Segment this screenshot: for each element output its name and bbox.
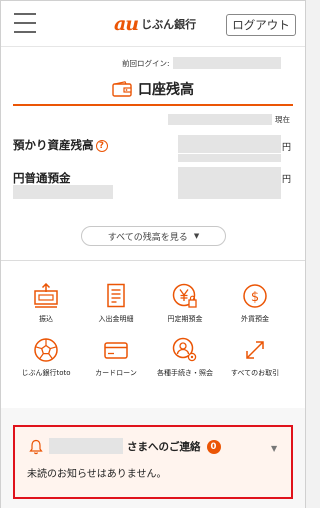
menu-all-transactions[interactable]: すべてのお取引	[220, 337, 290, 378]
statement-icon	[107, 283, 125, 308]
menu-toto[interactable]: じぶん銀行toto	[11, 337, 81, 378]
card-icon	[104, 342, 128, 359]
menu-transfer[interactable]: 振込	[11, 283, 81, 324]
logout-button[interactable]: ログアウト	[226, 14, 296, 36]
assets-balance-currency: 円	[282, 143, 292, 153]
transfer-icon	[34, 283, 58, 308]
menu-card-loan-label: カードローン	[95, 369, 137, 377]
yen-savings-value-masked	[178, 167, 281, 185]
menu-yen-time-deposit-label: 円定期預金	[167, 315, 203, 323]
menu-toto-label: じぶん銀行toto	[21, 369, 71, 377]
hamburger-menu-icon[interactable]	[14, 13, 36, 35]
notice-title: さまへのご連絡 0	[127, 439, 221, 454]
menu-transfer-label: 振込	[39, 315, 53, 323]
menu-foreign-currency[interactable]: $ 外貨預金	[220, 283, 290, 324]
soccer-ball-icon	[34, 338, 58, 362]
balance-section-title: 口座残高	[1, 76, 305, 102]
title-underline	[13, 104, 293, 106]
bell-icon	[29, 439, 43, 455]
assets-balance-label: 預かり資産残高?	[13, 137, 108, 153]
menu-card-loan[interactable]: カードローン	[81, 337, 151, 378]
yen-savings-sub-masked	[178, 185, 281, 199]
assets-balance-value-masked	[178, 135, 281, 153]
notice-panel[interactable]: さまへのご連絡 0 ▼ 未読のお知らせはありません。	[13, 425, 293, 499]
notice-count-badge: 0	[206, 439, 221, 454]
chevron-down-icon: ▼	[193, 232, 200, 240]
customer-name-masked	[49, 438, 123, 454]
last-login-value-masked	[172, 57, 281, 69]
yen-deposit-icon	[172, 283, 197, 308]
menu-statement-label: 入出金明細	[98, 315, 134, 323]
arrows-icon	[246, 341, 264, 359]
person-gear-icon	[172, 337, 197, 362]
menu-statement[interactable]: 入出金明細	[81, 283, 151, 324]
menu-foreign-currency-label: 外貨預金	[241, 315, 269, 323]
wallet-icon	[112, 81, 132, 97]
balance-title-text: 口座残高	[138, 82, 194, 98]
logo-au-text: au	[114, 13, 139, 35]
as-of-date: 現在	[168, 114, 290, 125]
as-of-suffix: 現在	[275, 115, 290, 124]
chevron-down-icon[interactable]: ▼	[271, 444, 277, 453]
menu-yen-time-deposit[interactable]: 円定期預金	[150, 283, 220, 324]
logo-bank-text: じぶん銀行	[141, 18, 197, 31]
menu-procedures-label: 各種手続き・照会	[157, 369, 213, 377]
show-all-balances-label: すべての残高を見る	[107, 232, 188, 243]
section-divider	[1, 260, 305, 261]
au-jibun-bank-logo[interactable]: au じぶん銀行	[114, 13, 197, 35]
account-number-masked	[13, 185, 113, 199]
last-login: 前回ログイン:	[122, 57, 281, 69]
yen-savings-label[interactable]: 円普通預金	[13, 170, 71, 186]
assets-balance-label-text: 預かり資産残高	[13, 138, 94, 152]
notice-body-text: 未読のお知らせはありません。	[27, 469, 167, 480]
dollar-icon: $	[243, 284, 267, 308]
svg-text:$: $	[251, 290, 259, 305]
help-icon[interactable]: ?	[95, 140, 108, 152]
yen-savings-currency: 円	[282, 175, 292, 185]
menu-all-transactions-label: すべてのお取引	[230, 369, 280, 377]
header: au じぶん銀行 ログアウト	[1, 1, 305, 47]
show-all-balances-button[interactable]: すべての残高を見る ▼	[81, 226, 226, 246]
notice-title-text: さまへのご連絡	[127, 441, 201, 453]
assets-balance-sub-masked	[178, 154, 281, 162]
last-login-label: 前回ログイン:	[122, 58, 170, 68]
menu-procedures[interactable]: 各種手続き・照会	[150, 337, 220, 378]
as-of-date-masked	[168, 114, 272, 125]
app-frame: au じぶん銀行 ログアウト 前回ログイン: 口座残高 現在 預かり資産残高? …	[0, 0, 306, 508]
